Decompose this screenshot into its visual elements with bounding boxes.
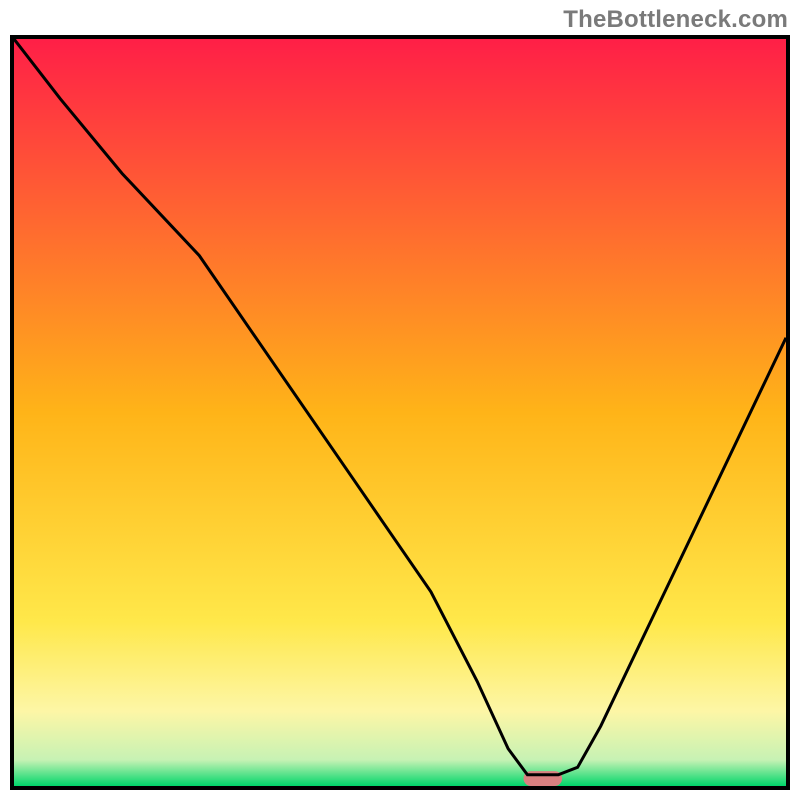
chart-background — [14, 39, 786, 786]
bottleneck-chart — [14, 39, 786, 786]
chart-frame — [10, 35, 790, 790]
watermark-text: TheBottleneck.com — [563, 6, 788, 34]
